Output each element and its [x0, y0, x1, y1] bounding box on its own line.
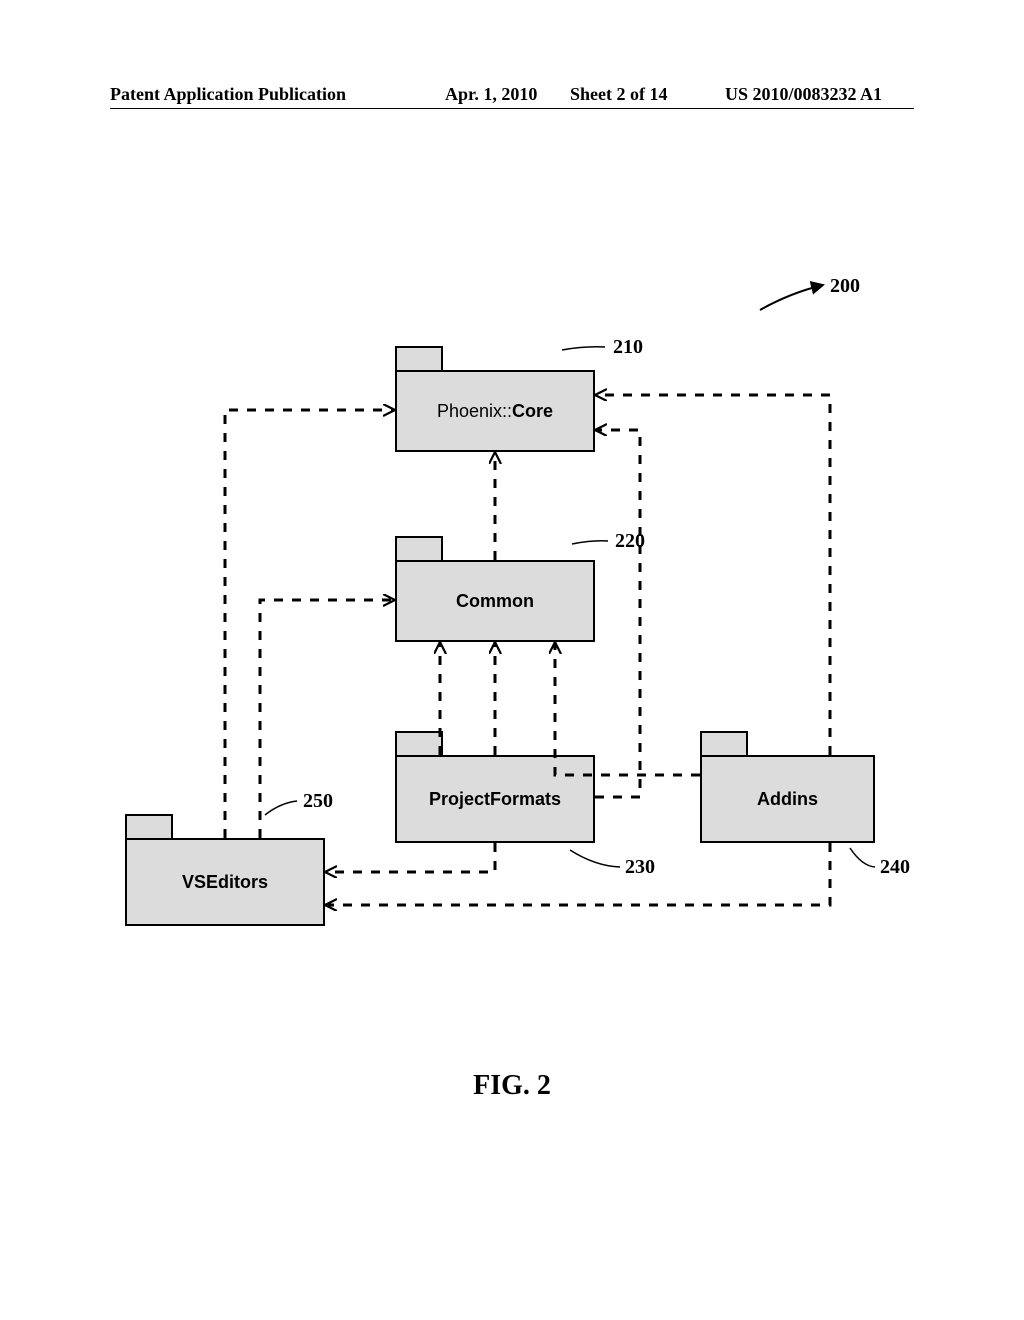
- package-projectformats: ProjectFormats: [395, 755, 595, 843]
- package-addins-body: Addins: [700, 755, 875, 843]
- package-core: Phoenix::Core: [395, 370, 595, 452]
- package-addins: Addins: [700, 755, 875, 843]
- package-vseditors-body: VSEditors: [125, 838, 325, 926]
- package-core-body: Phoenix::Core: [395, 370, 595, 452]
- dependency-lines: [0, 0, 1024, 1100]
- figure-caption: FIG. 2: [0, 1070, 1024, 1102]
- package-common-body: Common: [395, 560, 595, 642]
- ref-label-250: 250: [303, 790, 333, 813]
- package-tab-icon: [395, 536, 443, 560]
- package-tab-icon: [395, 346, 443, 370]
- ref-label-240: 240: [880, 856, 910, 879]
- ref-label-210: 210: [613, 336, 643, 359]
- package-tab-icon: [700, 731, 748, 755]
- package-tab-icon: [125, 814, 173, 838]
- ref-label-200: 200: [830, 275, 860, 298]
- figure-diagram: Phoenix::Core Common ProjectFormats Addi…: [0, 0, 1024, 1100]
- package-vseditors-label: VSEditors: [182, 872, 268, 893]
- ref-label-230: 230: [625, 856, 655, 879]
- ref-label-220: 220: [615, 530, 645, 553]
- package-core-label-bold: Core: [512, 401, 553, 422]
- package-projectformats-label: ProjectFormats: [429, 789, 561, 810]
- package-addins-label: Addins: [757, 789, 818, 810]
- package-tab-icon: [395, 731, 443, 755]
- package-common: Common: [395, 560, 595, 642]
- package-vseditors: VSEditors: [125, 838, 325, 926]
- package-core-label-prefix: Phoenix::: [437, 401, 512, 422]
- package-projectformats-body: ProjectFormats: [395, 755, 595, 843]
- package-common-label: Common: [456, 591, 534, 612]
